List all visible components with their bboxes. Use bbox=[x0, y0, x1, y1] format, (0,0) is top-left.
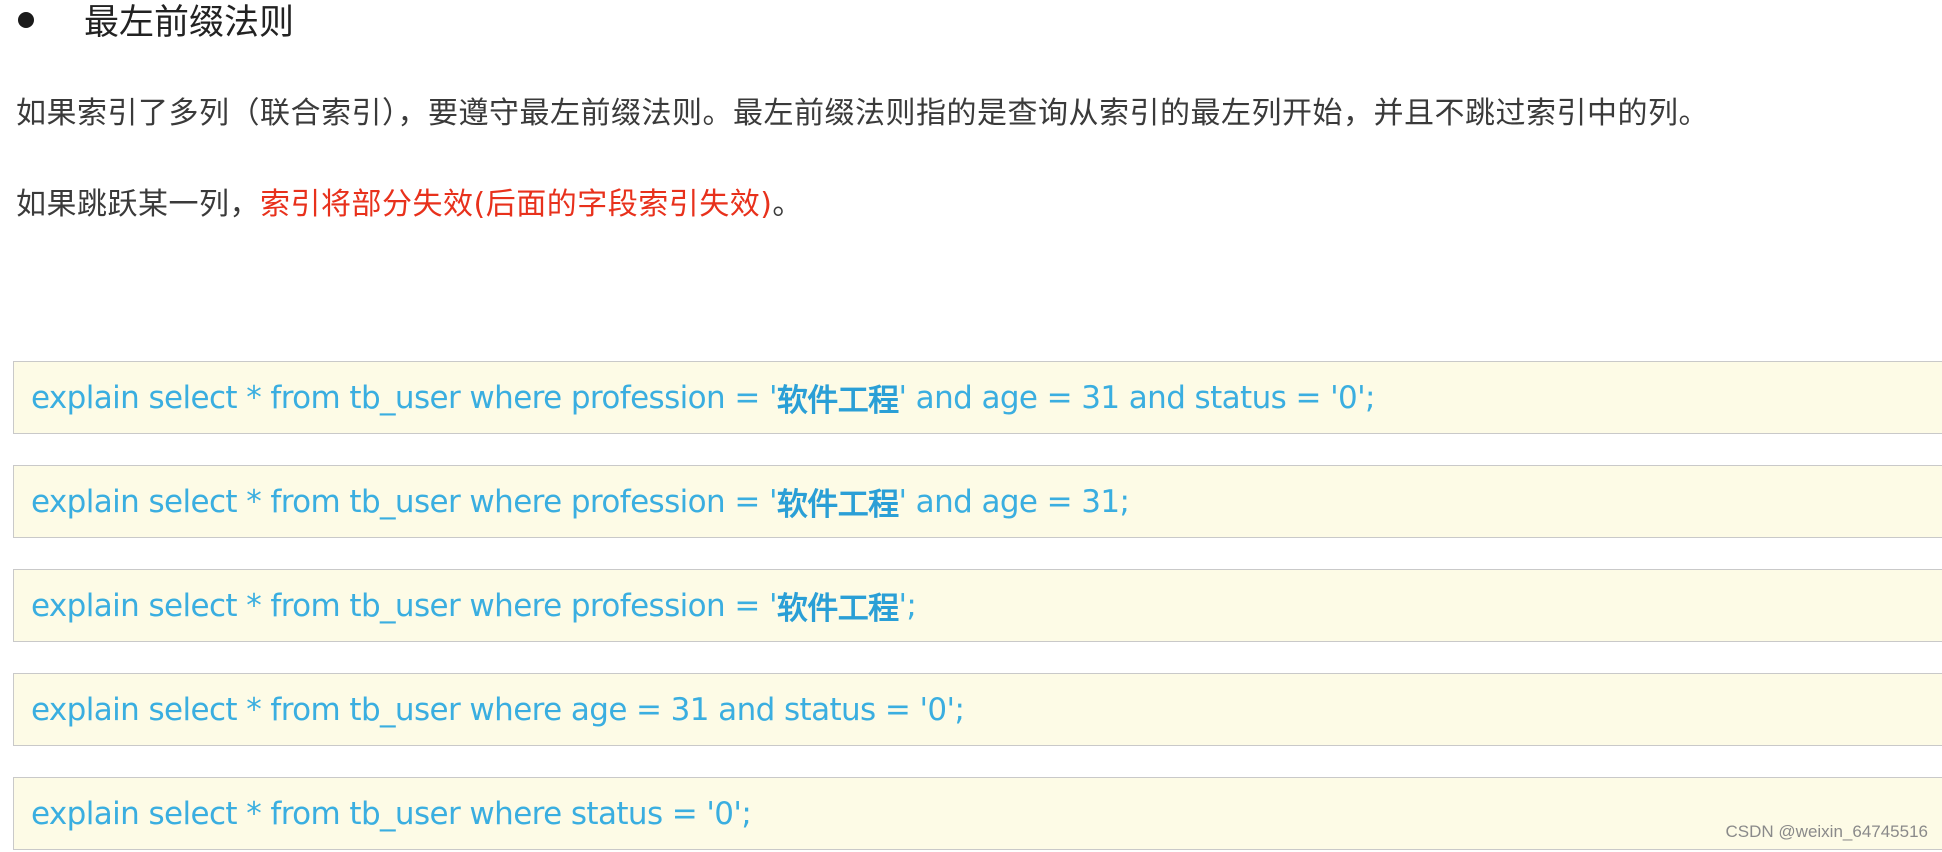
bullet-icon bbox=[18, 12, 34, 28]
code-chinese-value: 软件工程 bbox=[776, 591, 899, 627]
code-block-2: explain select * from tb_user where prof… bbox=[13, 465, 1942, 538]
code-text: explain select * from tb_user where stat… bbox=[31, 795, 752, 832]
code-block-1: explain select * from tb_user where prof… bbox=[13, 361, 1942, 434]
code-text: explain select * from tb_user where prof… bbox=[31, 483, 777, 520]
code-text: explain select * from tb_user where prof… bbox=[31, 587, 777, 624]
code-block-3: explain select * from tb_user where prof… bbox=[13, 569, 1942, 642]
code-text: explain select * from tb_user where prof… bbox=[31, 379, 777, 416]
rule-paragraph: 如果索引了多列（联合索引），要遵守最左前缀法则。最左前缀法则指的是查询从索引的最… bbox=[16, 96, 1709, 131]
code-text-tail: '; bbox=[898, 587, 917, 624]
code-text-tail: ' and age = 31; bbox=[898, 483, 1130, 520]
code-block-4: explain select * from tb_user where age … bbox=[13, 673, 1942, 746]
skip-highlight-text: 索引将部分失效(后面的字段索引失效) bbox=[260, 187, 773, 222]
skip-prefix-text: 如果跳跃某一列， bbox=[16, 187, 260, 222]
code-chinese-value: 软件工程 bbox=[776, 383, 899, 419]
skip-suffix-text: 。 bbox=[772, 187, 803, 222]
section-heading: 最左前缀法则 bbox=[18, 0, 294, 44]
skip-paragraph: 如果跳跃某一列，索引将部分失效(后面的字段索引失效)。 bbox=[16, 179, 803, 223]
code-block-5: explain select * from tb_user where stat… bbox=[13, 777, 1942, 850]
code-text: explain select * from tb_user where age … bbox=[31, 691, 965, 728]
code-chinese-value: 软件工程 bbox=[776, 487, 899, 523]
code-text-tail: ' and age = 31 and status = '0'; bbox=[898, 379, 1376, 416]
watermark: CSDN @weixin_64745516 bbox=[1725, 822, 1928, 841]
heading-title: 最左前缀法则 bbox=[84, 2, 295, 43]
